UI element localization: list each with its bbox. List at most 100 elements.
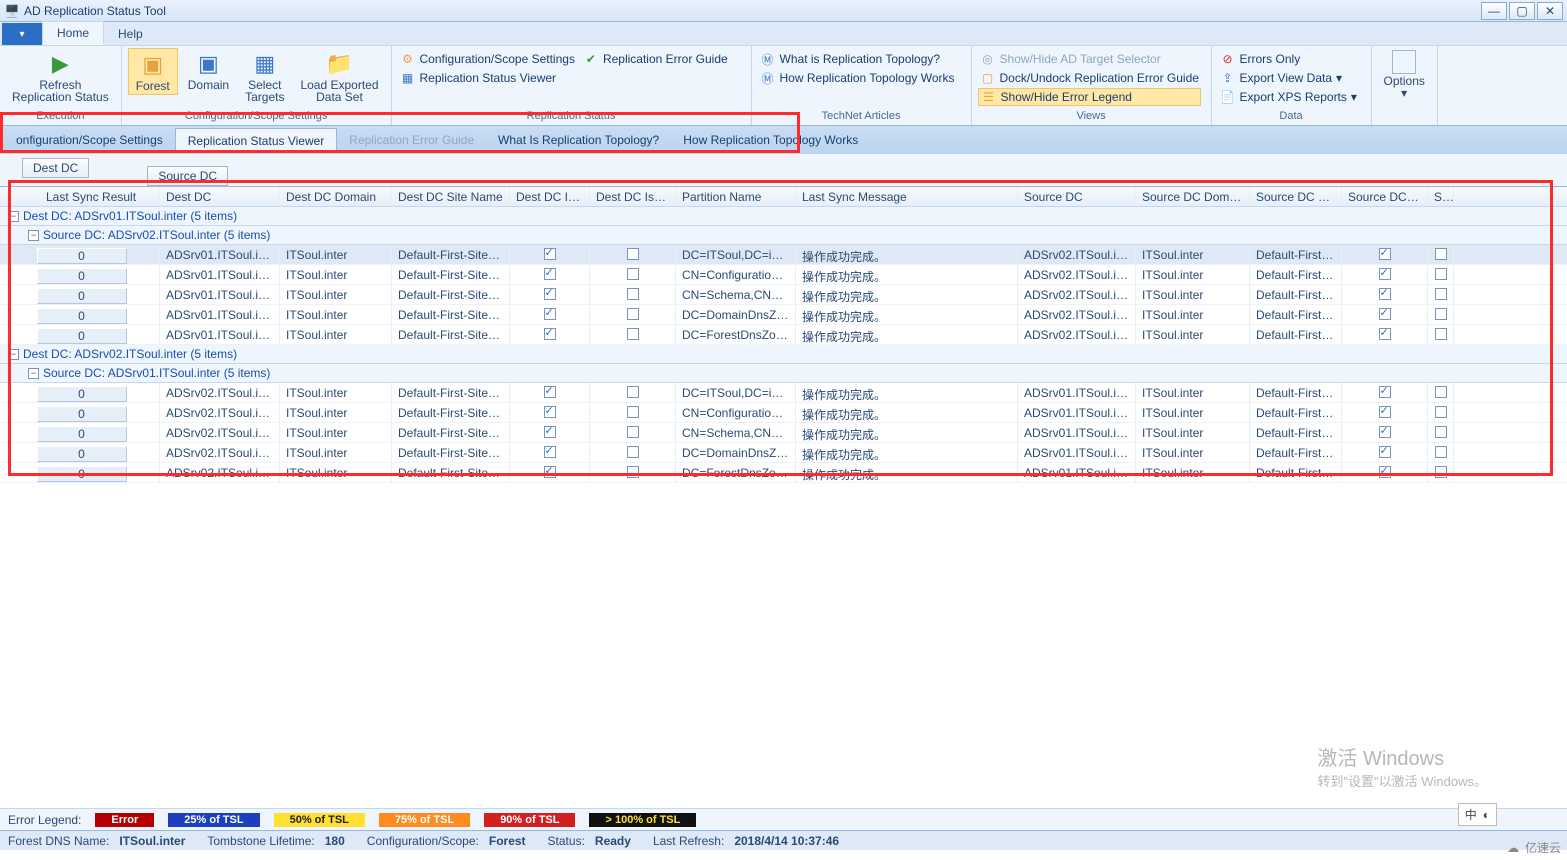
error-legend: Error Legend: Error 25% of TSL 50% of TS… bbox=[0, 808, 1567, 830]
collapse-icon[interactable]: − bbox=[8, 349, 19, 360]
col-source-site[interactable]: Source DC Site... bbox=[1250, 187, 1342, 206]
checkbox-dest-gc bbox=[544, 406, 556, 418]
table-row[interactable]: 0ADSrv01.ITSoul.interITSoul.interDefault… bbox=[0, 245, 1567, 265]
chip-source-dc[interactable]: Source DC bbox=[147, 166, 228, 186]
col-source-domain[interactable]: Source DC Domain bbox=[1136, 187, 1250, 206]
sync-result-value: 0 bbox=[37, 308, 127, 324]
group-header[interactable]: −Dest DC: ADSrv01.ITSoul.inter (5 items) bbox=[0, 207, 1567, 226]
cell-source-site: Default-First-Sit... bbox=[1250, 285, 1342, 304]
export-view-link[interactable]: ⇪Export View Data ▾ bbox=[1218, 69, 1359, 87]
repl-viewer-link[interactable]: ▦Replication Status Viewer bbox=[398, 69, 577, 87]
forest-button[interactable]: ▣ Forest bbox=[128, 48, 178, 95]
table-row[interactable]: 0ADSrv01.ITSoul.interITSoul.interDefault… bbox=[0, 285, 1567, 305]
col-dest-gc[interactable]: Dest DC Is GC? bbox=[510, 187, 590, 206]
table-row[interactable]: 0ADSrv02.ITSoul.interITSoul.interDefault… bbox=[0, 383, 1567, 403]
close-button[interactable]: ✕ bbox=[1537, 2, 1563, 20]
cell-dest-dc: ADSrv01.ITSoul.inter bbox=[160, 285, 280, 304]
legend-75: 75% of TSL bbox=[379, 813, 470, 827]
subgroup-header[interactable]: −Source DC: ADSrv02.ITSoul.inter (5 item… bbox=[0, 226, 1567, 245]
sync-result-value: 0 bbox=[37, 386, 127, 402]
table-row[interactable]: 0ADSrv01.ITSoul.interITSoul.interDefault… bbox=[0, 305, 1567, 325]
col-source-gc[interactable]: Source DC Is GC? bbox=[1342, 187, 1428, 206]
sync-result-value: 0 bbox=[37, 328, 127, 344]
tab-help[interactable]: Help bbox=[104, 23, 157, 45]
table-row[interactable]: 0ADSrv01.ITSoul.interITSoul.interDefault… bbox=[0, 325, 1567, 345]
cell-dest-dc: ADSrv02.ITSoul.inter bbox=[160, 423, 280, 442]
file-menu-button[interactable]: ▾ bbox=[2, 23, 42, 45]
options-button[interactable]: Options ▾ bbox=[1378, 48, 1431, 101]
cell-source-site: Default-First-Sit... bbox=[1250, 245, 1342, 264]
sync-result-value: 0 bbox=[37, 446, 127, 462]
refresh-icon: ▶ bbox=[44, 50, 76, 78]
col-last-msg[interactable]: Last Sync Message bbox=[796, 187, 1018, 206]
chevron-down-icon: ▾ bbox=[1401, 87, 1407, 99]
collapse-icon[interactable]: − bbox=[8, 211, 19, 222]
cell-dest-domain: ITSoul.inter bbox=[280, 245, 392, 264]
group-views: ◎Show/Hide AD Target Selector ▢Dock/Undo… bbox=[972, 46, 1212, 125]
cell-partition: DC=DomainDnsZones,... bbox=[676, 305, 796, 324]
forest-icon: ▣ bbox=[137, 51, 169, 79]
tab-home[interactable]: Home bbox=[42, 21, 104, 45]
minimize-button[interactable]: — bbox=[1481, 2, 1507, 20]
col-last-sync-result[interactable]: Last Sync Result bbox=[0, 187, 160, 206]
cell-last-msg: 操作成功完成。 bbox=[796, 265, 1018, 284]
subtab-viewer[interactable]: Replication Status Viewer bbox=[175, 128, 338, 153]
label: Replication Status bbox=[12, 91, 109, 103]
collapse-icon[interactable]: − bbox=[28, 230, 39, 241]
cell-dest-site: Default-First-Site-Name bbox=[392, 265, 510, 284]
cfg-scope-link[interactable]: ⚙Configuration/Scope Settings bbox=[398, 50, 577, 68]
subgroup-header[interactable]: −Source DC: ADSrv01.ITSoul.inter (5 item… bbox=[0, 364, 1567, 383]
titlebar: 🖥️ AD Replication Status Tool — ▢ ✕ bbox=[0, 0, 1567, 22]
load-data-button[interactable]: 📁 Load Exported Data Set bbox=[294, 48, 384, 105]
col-dest-site[interactable]: Dest DC Site Name bbox=[392, 187, 510, 206]
table-row[interactable]: 0ADSrv01.ITSoul.interITSoul.interDefault… bbox=[0, 265, 1567, 285]
dock-link[interactable]: ▢Dock/Undock Replication Error Guide bbox=[978, 69, 1201, 87]
table-row[interactable]: 0ADSrv02.ITSoul.interITSoul.interDefault… bbox=[0, 443, 1567, 463]
select-targets-button[interactable]: ▦ Select Targets bbox=[239, 48, 290, 105]
subtab-err[interactable]: Replication Error Guide bbox=[337, 128, 486, 152]
status-status-label: Status: bbox=[548, 834, 585, 848]
chip-dest-dc[interactable]: Dest DC bbox=[22, 158, 89, 178]
cell-source-dc: ADSrv02.ITSoul.inter bbox=[1018, 285, 1136, 304]
refresh-button[interactable]: ▶ Refresh Replication Status bbox=[6, 48, 115, 105]
subtab-scope[interactable]: onfiguration/Scope Settings bbox=[4, 128, 175, 152]
domain-button[interactable]: ▣ Domain bbox=[182, 48, 235, 93]
col-dest-rodc[interactable]: Dest DC Is RODC? bbox=[590, 187, 676, 206]
subtab-how[interactable]: How Replication Topology Works bbox=[671, 128, 870, 152]
cell-last-msg: 操作成功完成。 bbox=[796, 285, 1018, 304]
export-xps-link[interactable]: 📄Export XPS Reports ▾ bbox=[1218, 88, 1359, 106]
maximize-button[interactable]: ▢ bbox=[1509, 2, 1535, 20]
domain-icon: ▣ bbox=[192, 50, 224, 78]
showhide-legend-link[interactable]: ☰Show/Hide Error Legend bbox=[978, 88, 1201, 106]
subtab-what[interactable]: What Is Replication Topology? bbox=[486, 128, 671, 152]
table-row[interactable]: 0ADSrv02.ITSoul.interITSoul.interDefault… bbox=[0, 423, 1567, 443]
cell-dest-dc: ADSrv01.ITSoul.inter bbox=[160, 265, 280, 284]
col-partition[interactable]: Partition Name bbox=[676, 187, 796, 206]
table-row[interactable]: 0ADSrv02.ITSoul.interITSoul.interDefault… bbox=[0, 403, 1567, 423]
what-is-link[interactable]: ⓂWhat is Replication Topology? bbox=[758, 50, 957, 68]
col-dest-domain[interactable]: Dest DC Domain bbox=[280, 187, 392, 206]
col-source-end[interactable]: Sou... bbox=[1428, 187, 1454, 206]
collapse-icon[interactable]: − bbox=[28, 368, 39, 379]
errors-only-link[interactable]: ⊘Errors Only bbox=[1218, 50, 1359, 68]
cell-dest-site: Default-First-Site-Name bbox=[392, 383, 510, 402]
group-label: Configuration/Scope Settings bbox=[128, 109, 385, 125]
checkbox-source-gc bbox=[1379, 288, 1391, 300]
cell-dest-dc: ADSrv01.ITSoul.inter bbox=[160, 245, 280, 264]
checkbox-end bbox=[1435, 288, 1447, 300]
how-works-link[interactable]: ⓂHow Replication Topology Works bbox=[758, 69, 957, 87]
col-dest-dc[interactable]: Dest DC bbox=[160, 187, 280, 206]
error-icon: ⊘ bbox=[1220, 51, 1236, 67]
ime-indicator[interactable]: 中◐ bbox=[1458, 803, 1497, 826]
table-row[interactable]: 0ADSrv02.ITSoul.interITSoul.interDefault… bbox=[0, 463, 1567, 483]
repl-err-guide-link[interactable]: ✔Replication Error Guide bbox=[581, 50, 730, 68]
cell-last-msg: 操作成功完成。 bbox=[796, 305, 1018, 324]
cell-dest-domain: ITSoul.inter bbox=[280, 285, 392, 304]
gear-icon: ⚙ bbox=[400, 51, 416, 67]
col-source-dc[interactable]: Source DC bbox=[1018, 187, 1136, 206]
group-execution: ▶ Refresh Replication Status Execution bbox=[0, 46, 122, 125]
cell-dest-domain: ITSoul.inter bbox=[280, 265, 392, 284]
cell-source-site: Default-First-Sit... bbox=[1250, 403, 1342, 422]
group-header[interactable]: −Dest DC: ADSrv02.ITSoul.inter (5 items) bbox=[0, 345, 1567, 364]
checkbox-dest-rodc bbox=[627, 406, 639, 418]
